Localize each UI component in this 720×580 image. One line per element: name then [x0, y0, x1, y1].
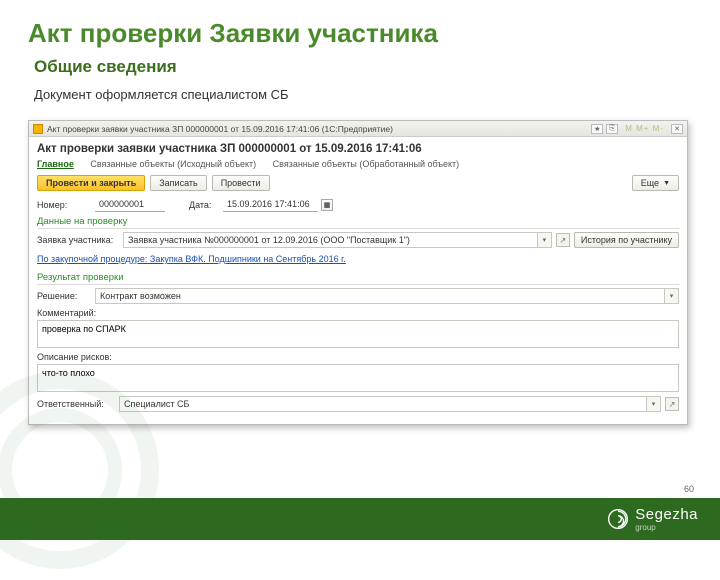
more-button-label: Еще	[641, 178, 659, 188]
comment-label: Комментарий:	[37, 308, 679, 318]
app-window: Акт проверки заявки участника ЗП 0000000…	[28, 120, 688, 425]
section-result: Результат проверки	[37, 272, 679, 285]
chevron-down-icon[interactable]: ▾	[647, 396, 661, 412]
decision-label: Решение:	[37, 291, 91, 301]
chevron-down-icon: ▼	[663, 180, 670, 187]
applicant-field[interactable]: Заявка участника №000000001 от 12.09.201…	[123, 232, 538, 248]
document-title: Акт проверки заявки участника ЗП 0000000…	[37, 143, 679, 155]
window-title: Акт проверки заявки участника ЗП 0000000…	[47, 124, 591, 134]
number-field[interactable]: 000000001	[95, 197, 165, 212]
tabs: Главное Связанные объекты (Исходный объе…	[37, 159, 679, 169]
number-label: Номер:	[37, 200, 91, 210]
open-icon[interactable]: ↗	[556, 233, 570, 247]
brand-name: Segezha	[635, 506, 698, 523]
post-and-close-button[interactable]: Провести и закрыть	[37, 175, 145, 191]
comment-textarea[interactable]: проверка по СПАРК	[37, 320, 679, 348]
tab-main[interactable]: Главное	[37, 159, 74, 169]
tab-linked-source[interactable]: Связанные объекты (Исходный объект)	[90, 159, 256, 169]
save-button[interactable]: Записать	[150, 175, 206, 191]
brand-sub: group	[635, 524, 698, 531]
risks-label: Описание рисков:	[37, 352, 679, 362]
more-button[interactable]: Еще ▼	[632, 175, 679, 191]
procedure-link[interactable]: По закупочной процедуре: Закупка ВФК. По…	[37, 254, 346, 264]
open-icon[interactable]: ↗	[665, 397, 679, 411]
page-title: Акт проверки Заявки участника	[28, 18, 692, 49]
chevron-down-icon[interactable]: ▾	[665, 288, 679, 304]
tab-linked-processed[interactable]: Связанные объекты (Обработанный объект)	[273, 159, 459, 169]
section-desc: Документ оформляется специалистом СБ	[34, 87, 692, 102]
favorite-icon[interactable]: ★	[591, 124, 603, 134]
chevron-down-icon[interactable]: ▾	[538, 232, 552, 248]
app-icon	[33, 124, 43, 134]
logo-icon	[607, 508, 629, 530]
date-label: Дата:	[189, 200, 219, 210]
footer: Segezha group	[0, 498, 720, 540]
calendar-icon[interactable]: ▦	[321, 199, 333, 211]
risks-textarea[interactable]: что-то плохо	[37, 364, 679, 392]
attach-icon[interactable]: ⎘	[606, 124, 618, 134]
page-number: 60	[684, 484, 694, 494]
responsible-field[interactable]: Специалист СБ	[119, 396, 647, 412]
section-subtitle: Общие сведения	[34, 57, 692, 77]
applicant-label: Заявка участника:	[37, 235, 119, 245]
history-button[interactable]: История по участнику	[574, 232, 679, 248]
section-check-data: Данные на проверку	[37, 216, 679, 229]
window-titlebar: Акт проверки заявки участника ЗП 0000000…	[29, 121, 687, 137]
memory-buttons[interactable]: М М+ М-	[625, 124, 664, 133]
responsible-label: Ответственный:	[37, 399, 115, 409]
post-button[interactable]: Провести	[212, 175, 270, 191]
decision-field[interactable]: Контракт возможен	[95, 288, 665, 304]
date-field[interactable]: 15.09.2016 17:41:06	[223, 197, 318, 212]
brand-logo: Segezha group	[607, 506, 698, 531]
close-icon[interactable]: ✕	[671, 124, 683, 134]
toolbar: Провести и закрыть Записать Провести Еще…	[37, 175, 679, 191]
